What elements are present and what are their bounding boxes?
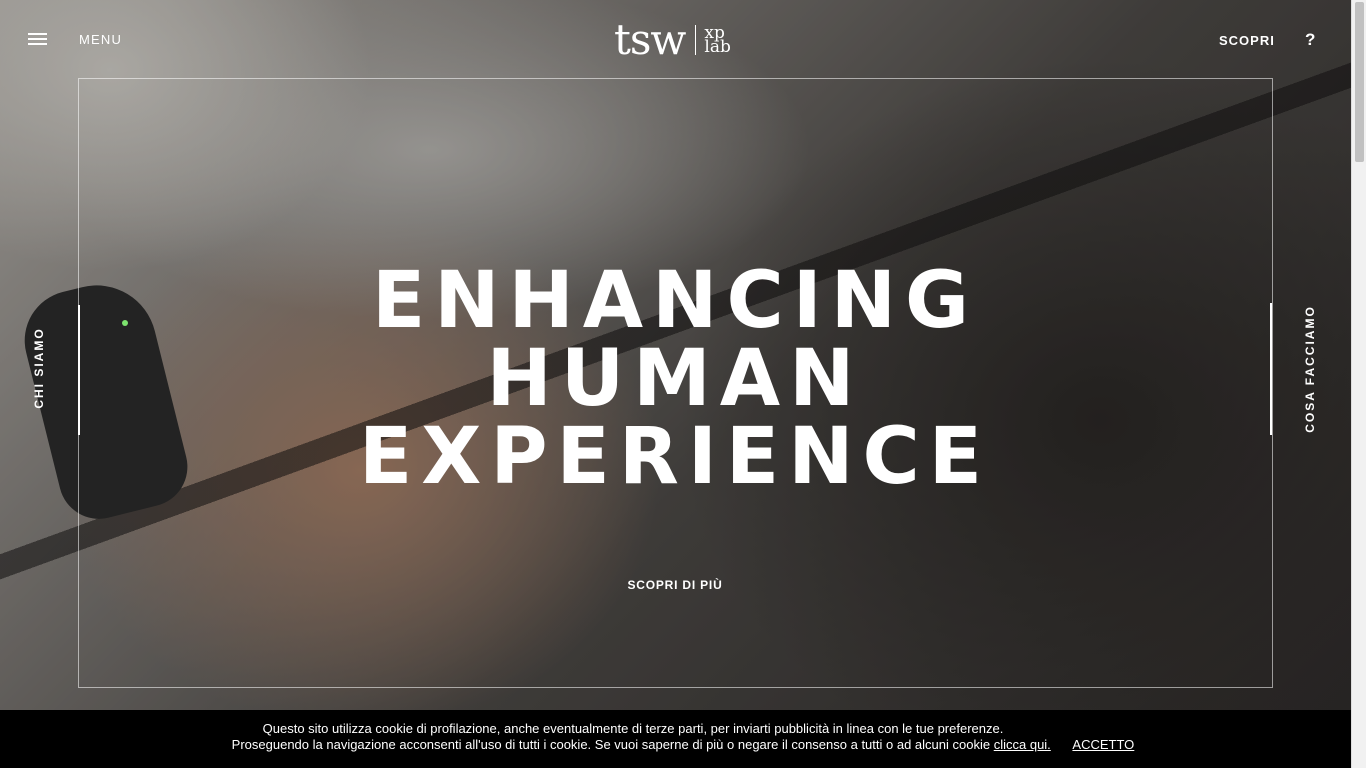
hero-title-line-2: HUMAN bbox=[486, 334, 864, 424]
scopri-di-piu-button[interactable]: SCOPRI DI PIÙ bbox=[575, 578, 775, 592]
frame-right-accent bbox=[1270, 303, 1272, 435]
logo[interactable]: tsw xp lab bbox=[614, 16, 731, 64]
cookie-text-line-1: Questo sito utilizza cookie di profilazi… bbox=[262, 721, 1004, 736]
menu-button[interactable]: MENU bbox=[79, 32, 122, 47]
hamburger-icon[interactable] bbox=[28, 33, 47, 45]
cookie-text-line-2: Proseguendo la navigazione acconsenti al… bbox=[231, 737, 991, 752]
logo-sub-text: xp lab bbox=[704, 25, 731, 57]
logo-main-text: tsw bbox=[614, 15, 686, 64]
cookie-info-link[interactable]: clicca qui. bbox=[994, 737, 1051, 752]
page-scrollbar[interactable] bbox=[1351, 0, 1366, 768]
scrollbar-thumb[interactable] bbox=[1355, 2, 1364, 162]
cosa-facciamo-side-link[interactable]: COSA FACCIAMO bbox=[1303, 305, 1317, 433]
help-icon[interactable]: ? bbox=[1305, 30, 1315, 50]
cookie-accept-button[interactable]: ACCETTO bbox=[1072, 737, 1134, 752]
site-header: MENU tsw xp lab SCOPRI ? bbox=[0, 0, 1351, 80]
logo-sub-bottom: lab bbox=[704, 37, 731, 57]
logo-divider bbox=[695, 25, 697, 55]
frame-left-accent bbox=[78, 305, 80, 435]
scopri-nav-link[interactable]: SCOPRI bbox=[1219, 33, 1275, 48]
hero-title-line-1: ENHANCING bbox=[371, 256, 979, 346]
cookie-text-line-2-wrapper: Proseguendo la navigazione acconsenti al… bbox=[0, 737, 1366, 753]
hero-title: ENHANCING HUMAN EXPERIENCE bbox=[330, 262, 1020, 496]
chi-siamo-side-link[interactable]: CHI SIAMO bbox=[32, 327, 46, 408]
cookie-banner: Questo sito utilizza cookie di profilazi… bbox=[0, 710, 1366, 768]
hero-title-line-3: EXPERIENCE bbox=[358, 412, 992, 502]
